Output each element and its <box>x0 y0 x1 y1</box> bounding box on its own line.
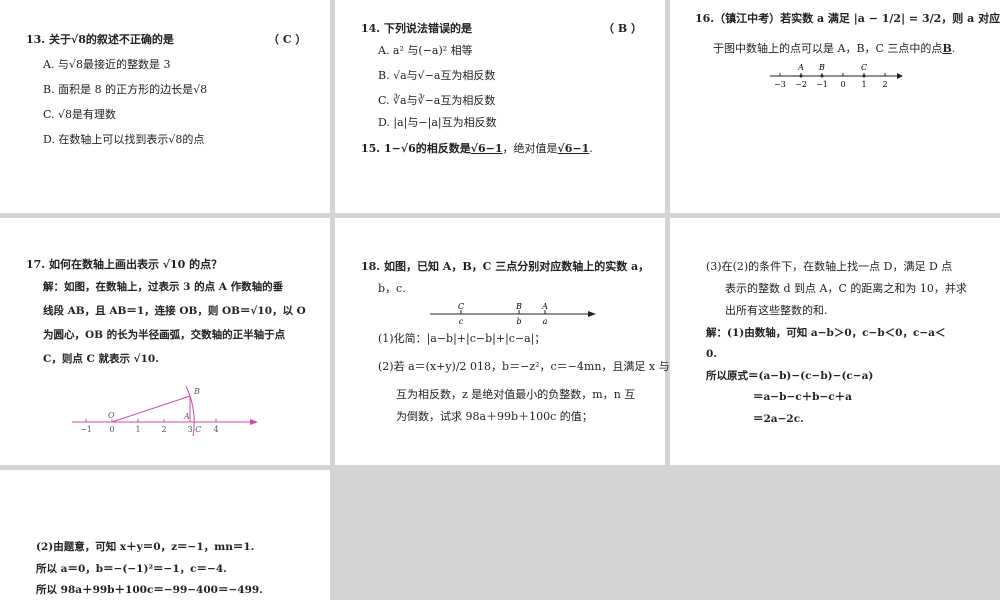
q14-option-b: B. √a与√−a互为相反数 <box>378 69 496 82</box>
tick-label: 2 <box>882 80 887 89</box>
q15-answer-2: √6−1 <box>557 142 590 155</box>
axis-arrow-icon <box>250 419 258 425</box>
q18-solution-3: 所以原式＝(a−b)−(c−b)−(c−a) <box>706 370 874 382</box>
q17-title: 17. 如何在数轴上画出表示 √10 的点？ <box>26 258 223 271</box>
q16-answer: B <box>942 42 952 55</box>
tick-label: 3 <box>187 425 192 434</box>
q18-part-3c: 出所有这些整数的和. <box>725 304 828 317</box>
q18-line-2: b，c. <box>378 282 406 295</box>
q14-answer: （ B ） <box>603 22 642 35</box>
q18-solution-1: 解：(1)由数轴，可知 a−b＞0，c−b＜0，c−a＜ <box>706 327 946 339</box>
tick-label: 4 <box>213 425 218 434</box>
q17-figure: −1 0 1 2 3 4 O A B C <box>72 386 258 436</box>
q18-line-1: 18. 如图，已知 A，B，C 三点分别对应数轴上的实数 a， <box>361 260 650 273</box>
tick-label: −1 <box>816 80 828 89</box>
q18-part-2b: 互为相反数，z 是绝对值最小的负整数，m，n 互 <box>396 388 636 401</box>
q14-option-c: C. ∛a与∛−a互为相反数 <box>378 94 496 107</box>
point-label: A <box>797 63 804 72</box>
panel-q18: 18. 如图，已知 A，B，C 三点分别对应数轴上的实数 a， b，c. Cc B… <box>335 218 679 465</box>
q16-line-1: 16.（镇江中考）若实数 a 满足 |a − 1/2| = 3/2，则 a 对应 <box>695 12 1000 25</box>
q18-part2-solution-1: (2)由题意，可知 x＋y＝0，z＝−1，mn＝1. <box>36 541 255 553</box>
q18-part-1: (1)化简：|a−b|+|c−b|+|c−a|； <box>378 332 546 345</box>
point-lower-label: a <box>543 317 548 326</box>
point-label: C <box>861 63 867 72</box>
q13-option-b: B. 面积是 8 的正方形的边长是√8 <box>43 83 208 96</box>
q18-number-line: Cc Bb Aa <box>430 302 596 326</box>
q13-option-a: A. 与√8最接近的整数是 3 <box>43 58 171 71</box>
q18-part-3: (3)在(2)的条件下，在数轴上找一点 D，满足 D 点 <box>706 260 953 273</box>
q15-line: 15. 1−√6的相反数是√6−1，绝对值是√6−1. <box>361 142 593 156</box>
point-lower-label: b <box>516 317 521 326</box>
tick-label: 0 <box>840 80 845 89</box>
panel-q18-solution: (2)由题意，可知 x＋y＝0，z＝−1，mn＝1. 所以 a＝0，b＝−(−1… <box>0 470 330 600</box>
q15-end: . <box>589 142 593 155</box>
label-o: O <box>108 411 115 420</box>
q18-part2-solution-3: 所以 98a＋99b＋100c＝−99−400＝−499. <box>36 584 263 596</box>
point-upper-label: C <box>458 302 464 311</box>
q16-number-line: −3 −2 −1 0 1 2 A B C <box>770 63 903 89</box>
panel-q17: 17. 如何在数轴上画出表示 √10 的点？ 解：如图，在数轴上，过表示 3 的… <box>0 218 330 465</box>
q15-mid: ，绝对值是 <box>502 142 558 155</box>
label-c: C <box>195 425 201 434</box>
q16-line-2: 于图中数轴上的点可以是 A，B，C 三点中的点B. <box>713 42 956 55</box>
tick-label: 1 <box>135 425 140 434</box>
point-marker <box>862 74 866 78</box>
axis-arrow-icon <box>897 73 903 79</box>
panel-q13: 13. 关于√8的叙述不正确的是 （ C ） A. 与√8最接近的整数是 3 B… <box>0 0 330 213</box>
q14-option-d: D. |a|与−|a|互为相反数 <box>378 116 497 129</box>
q15-answer-1: √6−1 <box>470 142 503 155</box>
q17-solution-1: 解：如图，在数轴上，过表示 3 的点 A 作数轴的垂 <box>43 281 284 293</box>
point-upper-label: A <box>541 302 548 311</box>
q18-solution-5: ＝2a−2c. <box>753 413 804 425</box>
panel-q16: 16.（镇江中考）若实数 a 满足 |a − 1/2| = 3/2，则 a 对应… <box>670 0 1000 213</box>
q18-solution-2: 0. <box>706 348 717 360</box>
axis-arrow-icon <box>588 311 596 317</box>
q14-title: 14. 下列说法错误的是 <box>361 22 472 35</box>
q18-part2-solution-2: 所以 a＝0，b＝−(−1)²＝−1，c＝−4. <box>36 563 227 575</box>
q18-part-3b: 表示的整数 d 到点 A，C 的距离之和为 10，并求 <box>725 282 967 295</box>
point-marker <box>799 74 803 78</box>
tick-label: 0 <box>109 425 114 434</box>
q17-solution-3: 为圆心，OB 的长为半径画弧，交数轴的正半轴于点 <box>43 329 286 341</box>
q13-answer: （ C ） <box>268 33 307 46</box>
tick-label: −1 <box>80 425 92 434</box>
point-lower-label: c <box>459 317 464 326</box>
label-a: A <box>183 412 190 421</box>
panel-q14: 14. 下列说法错误的是 （ B ） A. a² 与(−a)² 相等 B. √a… <box>335 0 665 213</box>
tick-label: −3 <box>774 80 786 89</box>
point-marker <box>820 74 824 78</box>
q15-prefix: 15. 1−√6的相反数是 <box>361 142 471 155</box>
q17-solution-4: C，则点 C 就表示 √10. <box>43 353 159 365</box>
panel-q18-continued: (3)在(2)的条件下，在数轴上找一点 D，满足 D 点 表示的整数 d 到点 … <box>670 218 1000 465</box>
q18-solution-4: ＝a−b−c＋b−c＋a <box>753 391 852 403</box>
q13-option-d: D. 在数轴上可以找到表示√8的点 <box>43 133 205 146</box>
label-b: B <box>193 387 200 396</box>
point-upper-label: B <box>515 302 522 311</box>
segment-ob <box>111 395 191 423</box>
q13-title: 13. 关于√8的叙述不正确的是 <box>26 33 174 46</box>
q17-solution-2: 线段 AB，且 AB＝1，连接 OB，则 OB＝√10，以 O <box>43 305 306 317</box>
q16-line-2-text: 于图中数轴上的点可以是 A，B，C 三点中的点 <box>713 42 943 55</box>
tick-label: −2 <box>795 80 807 89</box>
q18-part-2c: 为倒数，试求 98a＋99b＋100c 的值； <box>396 410 593 423</box>
tick-label: 2 <box>161 425 166 434</box>
q13-option-c: C. √8是有理数 <box>43 108 117 121</box>
q14-option-a: A. a² 与(−a)² 相等 <box>378 44 473 57</box>
tick-label: 1 <box>861 80 866 89</box>
point-label: B <box>818 63 825 72</box>
q18-part-2: (2)若 a＝(x+y)/2 018，b＝−z²，c＝−4mn，且满足 x 与 … <box>378 360 680 373</box>
